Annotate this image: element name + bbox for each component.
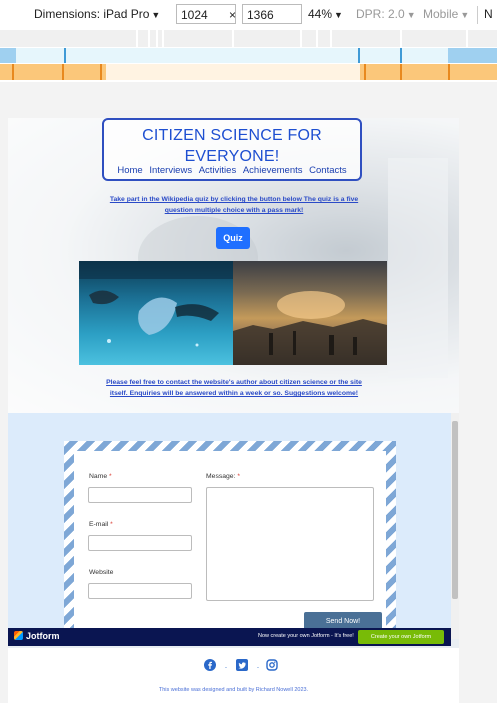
ruler-tick <box>358 48 360 63</box>
nav-interviews[interactable]: Interviews <box>149 165 192 176</box>
email-label: E-mail * <box>89 521 113 528</box>
ruler-band <box>0 64 106 80</box>
name-label: Name * <box>89 473 112 480</box>
ruler-gap <box>156 30 158 47</box>
mode-dropdown[interactable]: Mobile ▼ <box>423 7 469 21</box>
site-footer: . . This website was designed and built … <box>8 648 459 703</box>
message-textarea[interactable] <box>206 487 374 601</box>
email-input[interactable] <box>88 535 192 551</box>
jotform-bar: Jotform Now create your own Jotform - It… <box>8 628 451 646</box>
height-input[interactable]: 1366 <box>242 4 302 24</box>
ruler-gap <box>136 30 138 47</box>
social-separator: . <box>256 661 260 670</box>
zoom-label: 44% <box>308 7 333 21</box>
facebook-icon[interactable] <box>204 658 216 671</box>
site-header-box: CITIZEN SCIENCE FOR EVERYONE! Home Inter… <box>102 118 362 181</box>
ruler-gap <box>330 30 332 47</box>
ruler-band <box>448 48 497 63</box>
embed-scrollbar[interactable] <box>451 413 459 639</box>
toolbar-divider <box>477 6 478 24</box>
ruler-gap <box>400 30 402 47</box>
ruler-gap <box>232 30 234 47</box>
media-query-ruler-minmax[interactable] <box>0 48 497 63</box>
site-title: CITIZEN SCIENCE FOR EVERYONE! <box>142 127 322 165</box>
name-label-text: Name <box>89 473 108 480</box>
embed-scrollbar-thumb[interactable] <box>452 421 458 599</box>
jotform-promo-text: Now create your own Jotform - It's free! <box>258 633 354 639</box>
ruler-band <box>360 64 497 80</box>
message-label-text: Message: <box>206 473 236 480</box>
zoom-dropdown[interactable]: 44% ▼ <box>308 7 343 21</box>
overflow-label: N <box>484 7 493 21</box>
ruler-gap <box>148 30 150 47</box>
twitter-icon[interactable] <box>236 658 248 671</box>
website-label: Website <box>89 569 114 576</box>
ruler-gap <box>466 30 468 47</box>
devtools-device-toolbar: Dimensions: iPad Pro ▼ 1024 × 1366 44% ▼ D… <box>0 0 497 31</box>
footer-credit: This website was designed and built by R… <box>158 687 309 693</box>
jotform-logo-icon <box>14 631 23 640</box>
chevron-down-icon: ▼ <box>406 10 416 20</box>
contact-form: Name * E-mail * Website Message: * Send … <box>74 451 386 639</box>
device-dimensions-label: Dimensions: iPad Pro <box>34 7 150 21</box>
message-label: Message: * <box>206 473 240 480</box>
jotform-embed: Name * E-mail * Website Message: * Send … <box>8 413 451 639</box>
social-separator: . <box>224 661 228 670</box>
instagram-glyph <box>266 659 278 671</box>
dpr-label: DPR: 2.0 <box>356 7 405 21</box>
ruler-band <box>0 48 16 63</box>
ruler-gap <box>316 30 318 47</box>
nav-home[interactable]: Home <box>117 165 142 176</box>
jotform-logo[interactable]: Jotform <box>14 631 60 641</box>
jotform-logo-text: Jotform <box>26 631 60 641</box>
dimension-separator: × <box>229 8 237 22</box>
name-input[interactable] <box>88 487 192 503</box>
emulated-page-viewport[interactable]: CITIZEN SCIENCE FOR EVERYONE! Home Inter… <box>8 118 459 703</box>
ruler-tick <box>64 48 66 63</box>
contact-invite-link[interactable]: Please feel free to contact the website'… <box>104 377 364 399</box>
ruler-tick <box>400 48 402 63</box>
media-query-ruler-max[interactable] <box>0 30 497 47</box>
main-nav: Home Interviews Activities Achievements … <box>104 165 360 176</box>
ocean-plastic-image <box>79 261 233 365</box>
nav-achievements[interactable]: Achievements <box>243 165 303 176</box>
ruler-tick <box>448 64 450 80</box>
city-smog-image <box>233 261 387 365</box>
chevron-down-icon: ▼ <box>334 10 343 20</box>
mode-label: Mobile <box>423 7 459 21</box>
quiz-button[interactable]: Quiz <box>216 227 250 249</box>
width-input[interactable]: 1024 <box>176 4 236 24</box>
required-mark: * <box>237 473 241 480</box>
ruler-tick <box>12 64 14 80</box>
chevron-down-icon: ▼ <box>460 10 470 20</box>
ocean-plastic-illustration <box>79 261 233 347</box>
media-query-ruler-min[interactable] <box>0 64 497 80</box>
chevron-down-icon: ▼ <box>151 10 161 20</box>
form-frame: Name * E-mail * Website Message: * Send … <box>64 441 396 639</box>
ruler-gap <box>162 30 164 47</box>
website-input[interactable] <box>88 583 192 599</box>
ruler-gap <box>300 30 302 47</box>
create-jotform-button[interactable]: Create your own Jotform <box>358 630 444 644</box>
dpr-dropdown[interactable]: DPR: 2.0 ▼ <box>356 7 416 21</box>
instagram-icon[interactable] <box>266 658 278 671</box>
required-mark: * <box>110 521 113 528</box>
ruler-tick <box>364 64 366 80</box>
required-mark: * <box>109 473 112 480</box>
twitter-glyph <box>236 659 248 671</box>
nav-contacts[interactable]: Contacts <box>309 165 347 176</box>
city-smog-illustration <box>233 291 387 365</box>
device-dimensions-dropdown[interactable]: Dimensions: iPad Pro ▼ <box>34 7 160 21</box>
ruler-tick <box>400 64 402 80</box>
facebook-glyph <box>204 659 216 671</box>
quiz-intro-link[interactable]: Take part in the Wikipedia quiz by click… <box>104 194 364 216</box>
email-label-text: E-mail <box>89 521 109 528</box>
ruler-tick <box>100 64 102 80</box>
ruler-tick <box>62 64 64 80</box>
nav-activities[interactable]: Activities <box>199 165 236 176</box>
